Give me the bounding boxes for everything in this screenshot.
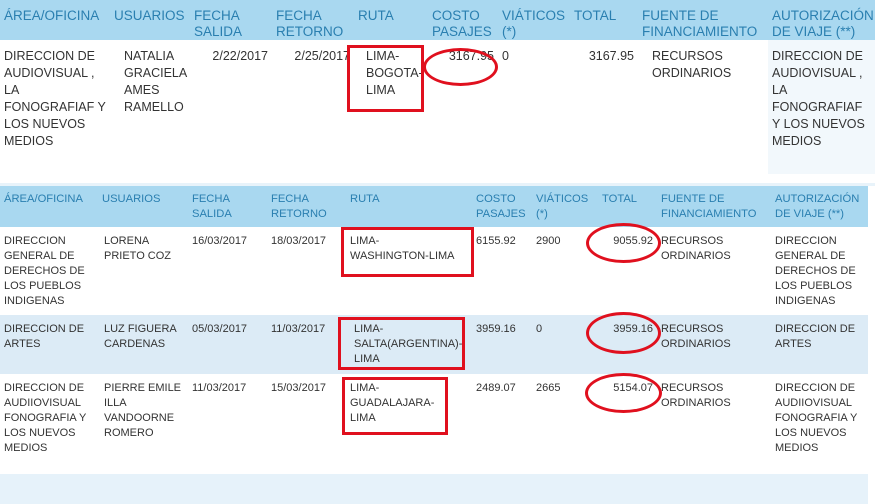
cell-area: DIRECCION GENERAL DE DERECHOS DE LOS PUE… (0, 227, 98, 315)
header-fuente: FUENTE DE FINANCIAMIENTO (657, 186, 771, 227)
cell-usuario: LUZ FIGUERA CARDENAS (98, 315, 188, 374)
header-costo-pasajes: COSTO PASAJES (472, 186, 532, 227)
empty-row-band (0, 474, 868, 504)
cell-fecha-retorno: 2/25/2017 (294, 49, 350, 63)
cell-total: 5154.07 (598, 374, 657, 472)
table-row: DIRECCION DE AUDIOVISUAL , LA FONOGRAFIA… (0, 40, 875, 174)
cell-fecha-retorno: 15/03/2017 (267, 374, 346, 472)
cell-total: 9055.92 (598, 227, 657, 315)
header-area: ÁREA/OFICINA (0, 186, 98, 227)
cell-usuario: NATALIA GRACIELA AMES RAMELLO (124, 49, 187, 114)
cell-fuente: RECURSOS ORDINARIOS (652, 49, 732, 80)
header-costo-pasajes: COSTO PASAJES (428, 0, 498, 40)
cell-autorizacion: DIRECCION DE ARTES (771, 315, 868, 374)
header-area: ÁREA/OFICINA (0, 0, 110, 40)
cell-fecha-retorno: 11/03/2017 (267, 315, 346, 374)
travel-table-top: ÁREA/OFICINA USUARIOS FECHA SALIDA FECHA… (0, 0, 875, 174)
cell-autorizacion: DIRECCION DE AUDIOVISUAL , LA FONOGRAFIA… (768, 40, 875, 174)
header-fecha-retorno: FECHA RETORNO (272, 0, 354, 40)
cell-viaticos: 2900 (532, 227, 598, 315)
cell-viaticos: 2665 (532, 374, 598, 472)
header-viaticos: VIÁTICOS (*) (498, 0, 570, 40)
header-fuente: FUENTE DE FINANCIAMIENTO (638, 0, 768, 40)
header-ruta: RUTA (346, 186, 472, 227)
cell-autorizacion: DIRECCION DE AUDIIOVISUAL FONOGRAFIA Y L… (771, 374, 868, 472)
header-fecha-salida: FECHA SALIDA (190, 0, 272, 40)
table-row: DIRECCION DE AUDIIOVISUAL FONOGRAFIA Y L… (0, 374, 868, 472)
header-row: ÁREA/OFICINA USUARIOS FECHA SALIDA FECHA… (0, 186, 868, 227)
header-viaticos: VIÁTICOS (*) (532, 186, 598, 227)
cell-costo: 2489.07 (472, 374, 532, 472)
cell-costo: 3959.16 (472, 315, 532, 374)
cell-costo: 3167.95 (448, 49, 494, 63)
cell-area: DIRECCION DE AUDIOVISUAL , LA FONOGRAFIA… (4, 49, 106, 148)
header-fecha-retorno: FECHA RETORNO (267, 186, 346, 227)
travel-table-bottom: ÁREA/OFICINA USUARIOS FECHA SALIDA FECHA… (0, 186, 868, 472)
header-autorizacion: AUTORIZACIÓN DE VIAJE (**) (771, 186, 868, 227)
cell-autorizacion: DIRECCION GENERAL DE DERECHOS DE LOS PUE… (771, 227, 868, 315)
header-ruta: RUTA (354, 0, 428, 40)
cell-usuario: LORENA PRIETO COZ (98, 227, 188, 315)
header-fecha-salida: FECHA SALIDA (188, 186, 267, 227)
cell-fecha-salida: 16/03/2017 (188, 227, 267, 315)
cell-ruta: LIMA- BOGOTA- LIMA (366, 49, 423, 97)
cell-fecha-salida: 11/03/2017 (188, 374, 267, 472)
cell-fecha-salida: 05/03/2017 (188, 315, 267, 374)
header-row: ÁREA/OFICINA USUARIOS FECHA SALIDA FECHA… (0, 0, 875, 40)
header-usuarios: USUARIOS (110, 0, 190, 40)
cell-usuario: PIERRE EMILE ILLA VANDOORNE ROMERO (98, 374, 188, 472)
cell-total: 3959.16 (598, 315, 657, 374)
header-autorizacion: AUTORIZACIÓN DE VIAJE (**) (768, 0, 875, 40)
cell-fecha-retorno: 18/03/2017 (267, 227, 346, 315)
cell-fuente: RECURSOS ORDINARIOS (657, 227, 771, 315)
cell-fuente: RECURSOS ORDINARIOS (657, 315, 771, 374)
cell-fecha-salida: 2/22/2017 (212, 49, 268, 63)
header-usuarios: USUARIOS (98, 186, 188, 227)
cell-viaticos: 0 (502, 49, 509, 63)
cell-costo: 6155.92 (472, 227, 532, 315)
cell-viaticos: 0 (532, 315, 598, 374)
cell-ruta: LIMA- WASHINGTON-LIMA (346, 227, 472, 315)
cell-ruta: LIMA- SALTA(ARGENTINA)- LIMA (346, 315, 472, 374)
table-row: DIRECCION GENERAL DE DERECHOS DE LOS PUE… (0, 227, 868, 315)
cell-area: DIRECCION DE AUDIIOVISUAL FONOGRAFIA Y L… (0, 374, 98, 472)
table-row: DIRECCION DE ARTES LUZ FIGUERA CARDENAS … (0, 315, 868, 374)
cell-area: DIRECCION DE ARTES (0, 315, 98, 374)
cell-fuente: RECURSOS ORDINARIOS (657, 374, 771, 472)
header-total: TOTAL (598, 186, 657, 227)
cell-ruta: LIMA- GUADALAJARA- LIMA (346, 374, 472, 472)
header-total: TOTAL (570, 0, 638, 40)
cell-total: 3167.95 (588, 49, 634, 63)
